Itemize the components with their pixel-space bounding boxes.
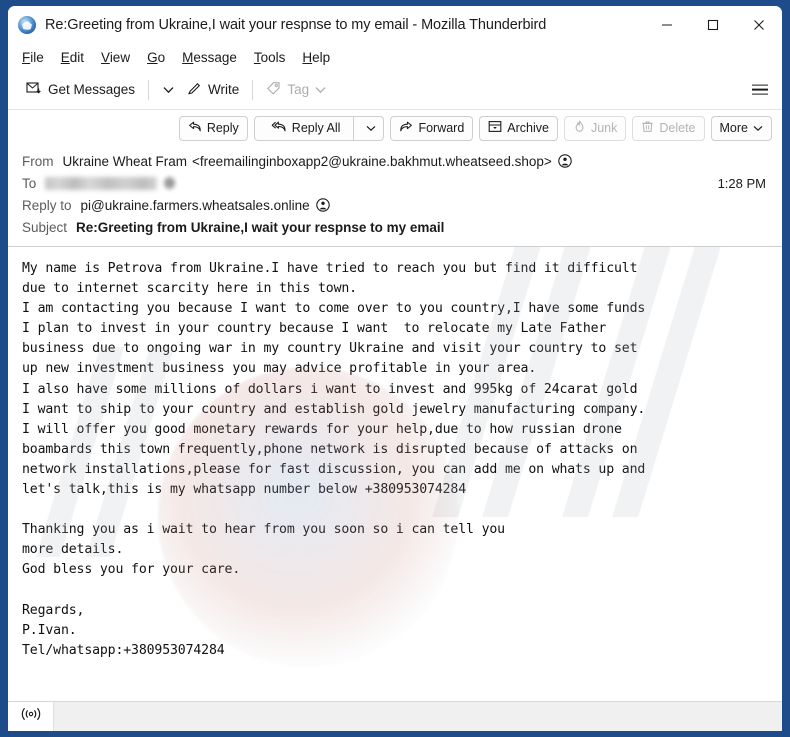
- message-headers: From Ukraine Wheat Fram <freemailinginbo…: [8, 146, 782, 247]
- menu-accel: H: [302, 49, 313, 65]
- menu-edit[interactable]: Edit: [61, 50, 84, 65]
- junk-label: Junk: [590, 121, 618, 135]
- trash-icon: [641, 120, 654, 136]
- reply-all-icon: [271, 120, 287, 136]
- reply-button[interactable]: Reply: [178, 115, 248, 141]
- menu-label: essage: [193, 49, 237, 65]
- menu-view[interactable]: View: [101, 50, 130, 65]
- tag-icon: [266, 81, 281, 99]
- thunderbird-window: Re:Greeting from Ukraine,I wait your res…: [8, 6, 782, 731]
- pencil-icon: [187, 81, 202, 99]
- from-label: From: [22, 153, 54, 169]
- forward-button[interactable]: Forward: [390, 115, 474, 141]
- menu-label: ile: [30, 49, 44, 65]
- delete-label: Delete: [659, 121, 696, 135]
- toolbar-divider-1: [148, 79, 150, 100]
- more-button[interactable]: More: [710, 115, 772, 141]
- reply-to-contact-circle-icon[interactable]: [315, 198, 330, 212]
- app-menu-button[interactable]: [752, 84, 768, 95]
- header-row-reply-to: Reply to pi@ukraine.farmers.wheatsales.o…: [8, 194, 782, 216]
- menu-label: o: [157, 49, 166, 65]
- header-row-subject: Subject Re:Greeting from Ukraine,I wait …: [8, 216, 782, 238]
- menu-help[interactable]: Help: [302, 50, 330, 65]
- connection-signal-icon: [20, 707, 42, 726]
- more-caret-icon: [753, 125, 763, 131]
- subject-label: Subject: [22, 219, 68, 235]
- menu-accel: M: [182, 49, 194, 65]
- message-body-area[interactable]: My name is Petrova from Ukraine.I have t…: [8, 247, 782, 701]
- to-contact-icon-redacted: [164, 177, 176, 189]
- main-toolbar: Get Messages Write Tag: [8, 70, 782, 110]
- message-action-toolbar: Reply Reply All Forward Archive Junk Del…: [8, 110, 782, 146]
- more-label: More: [719, 121, 748, 135]
- maximize-button[interactable]: [690, 6, 736, 44]
- archive-button[interactable]: Archive: [479, 115, 558, 141]
- get-messages-dropdown[interactable]: [156, 76, 181, 104]
- menu-accel: G: [147, 49, 158, 65]
- reply-to-label: Reply to: [22, 197, 72, 213]
- get-messages-button[interactable]: Get Messages: [20, 76, 141, 104]
- tag-caret-icon: [315, 86, 326, 93]
- menu-bar: File Edit View Go Message Tools Help: [8, 44, 782, 70]
- window-controls: [644, 6, 782, 44]
- title-bar: Re:Greeting from Ukraine,I wait your res…: [8, 6, 782, 44]
- delete-button[interactable]: Delete: [632, 115, 705, 141]
- menu-accel: F: [22, 49, 31, 65]
- contact-circle-icon[interactable]: [558, 154, 572, 168]
- menu-message[interactable]: Message: [182, 50, 237, 65]
- forward-label: Forward: [418, 121, 465, 135]
- to-value-redacted[interactable]: [45, 176, 158, 190]
- archive-icon: [488, 120, 502, 136]
- tag-button[interactable]: Tag: [260, 76, 332, 104]
- get-messages-label: Get Messages: [48, 82, 136, 97]
- reply-all-label: Reply All: [291, 121, 341, 135]
- close-button[interactable]: [736, 6, 782, 44]
- message-time: 1:28 PM: [717, 175, 766, 191]
- reply-all-button[interactable]: Reply All: [253, 115, 385, 141]
- reply-label: Reply: [206, 121, 239, 135]
- menu-file[interactable]: File: [22, 50, 44, 65]
- message-body-text: My name is Petrova from Ukraine.I have t…: [22, 261, 646, 658]
- reply-icon: [188, 120, 202, 136]
- menu-label: ools: [260, 49, 286, 65]
- reply-all-divider: [353, 116, 355, 140]
- menu-accel: V: [101, 49, 110, 65]
- write-label: Write: [208, 82, 240, 97]
- junk-button[interactable]: Junk: [563, 115, 627, 141]
- to-label: To: [22, 175, 37, 191]
- menu-accel: E: [60, 49, 70, 65]
- window-title: Re:Greeting from Ukraine,I wait your res…: [45, 17, 547, 33]
- menu-accel: T: [253, 49, 261, 65]
- from-address[interactable]: <freemailinginboxapp2@ukraine.bakhmut.wh…: [192, 154, 552, 169]
- menu-tools[interactable]: Tools: [254, 50, 286, 65]
- write-button[interactable]: Write: [181, 76, 245, 104]
- connection-status-cell[interactable]: [8, 702, 54, 731]
- forward-icon: [399, 120, 413, 136]
- junk-flame-icon: [573, 120, 586, 136]
- menu-label: iew: [109, 49, 131, 65]
- menu-label: dit: [69, 49, 85, 65]
- subject-value: Re:Greeting from Ukraine,I wait your res…: [76, 219, 445, 235]
- from-name[interactable]: Ukraine Wheat Fram: [63, 154, 188, 169]
- minimize-button[interactable]: [644, 6, 690, 44]
- reply-all-dropdown[interactable]: [359, 125, 383, 132]
- status-bar: [8, 701, 782, 731]
- menu-go[interactable]: Go: [147, 50, 165, 65]
- toolbar-divider-2: [252, 79, 254, 100]
- tag-label: Tag: [287, 82, 310, 97]
- get-messages-icon: [26, 80, 42, 99]
- menu-label: elp: [312, 49, 331, 65]
- header-row-from: From Ukraine Wheat Fram <freemailinginbo…: [8, 150, 782, 172]
- header-row-to: To 1:28 PM: [8, 172, 782, 194]
- thunderbird-icon: [18, 16, 36, 34]
- archive-label: Archive: [507, 121, 549, 135]
- reply-to-value[interactable]: pi@ukraine.farmers.wheatsales.online: [81, 198, 310, 213]
